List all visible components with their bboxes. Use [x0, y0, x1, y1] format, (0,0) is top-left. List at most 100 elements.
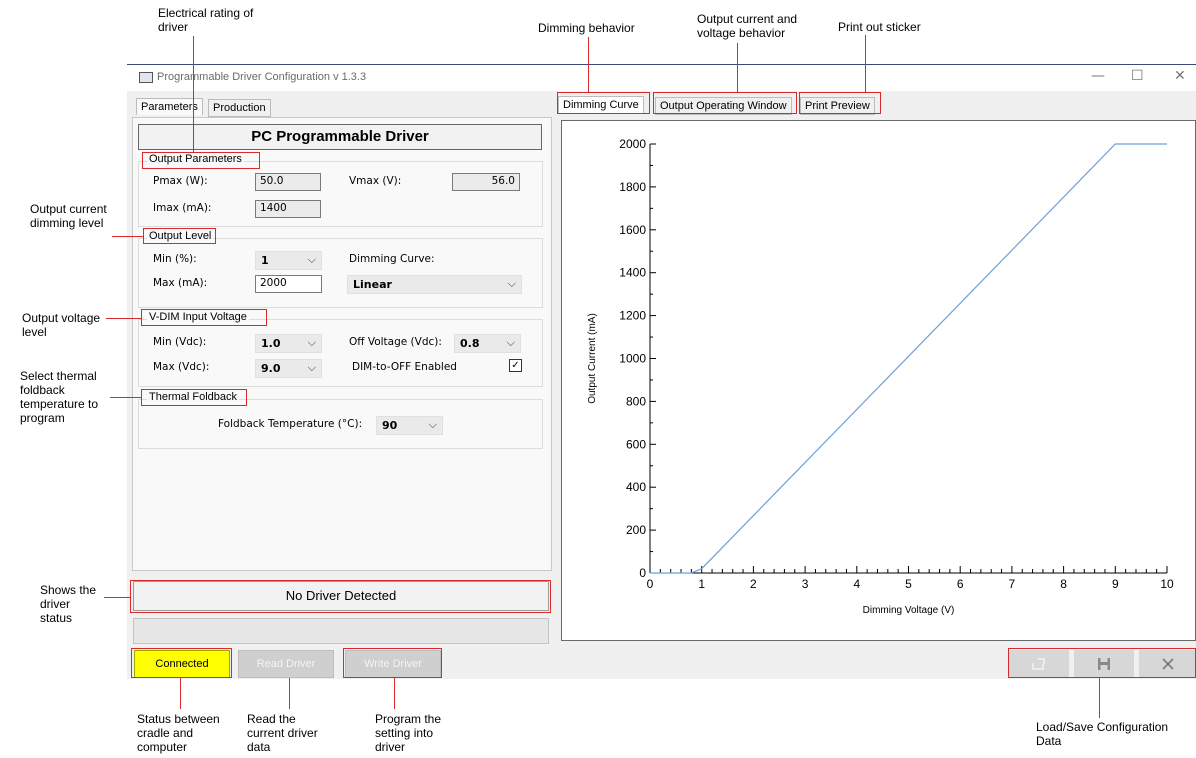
chevron-down-icon: ⌵ — [307, 336, 316, 349]
dim-to-off-checkbox[interactable]: ✓ — [509, 359, 522, 372]
x-tick-label: 10 — [1160, 577, 1174, 591]
connector-thermal — [110, 397, 141, 398]
tab-production[interactable]: Production — [208, 99, 271, 117]
vmax-field[interactable]: 56.0 — [452, 173, 520, 191]
annotation-load-save: Load/Save Configuration Data — [1036, 720, 1169, 748]
y-tick-label: 400 — [626, 480, 646, 494]
off-voltage-label: Off Voltage (Vdc): — [349, 336, 442, 348]
minimize-icon[interactable]: — — [1091, 68, 1105, 84]
y-axis-label: Output Current (mA) — [587, 313, 598, 404]
x-axis-label: Dimming Voltage (V) — [863, 605, 955, 616]
connector-vdim — [106, 318, 141, 319]
connector-print — [865, 35, 866, 92]
connector-output-window — [737, 43, 738, 92]
annotation-electrical-rating: Electrical rating of driver — [158, 6, 254, 34]
dim-to-off-label: DIM-to-OFF Enabled — [352, 361, 457, 373]
highlight-output-level — [143, 228, 216, 244]
highlight-dimming-curve-tab — [557, 92, 650, 114]
imax-field[interactable]: 1400 — [255, 200, 321, 218]
annotation-read: Read the current driver data — [247, 712, 318, 754]
x-tick-label: 4 — [853, 577, 860, 591]
connector-output-level — [112, 236, 143, 237]
vdim-max-select[interactable]: 9.0 ⌵ — [255, 359, 322, 378]
vdim-min-select[interactable]: 1.0 ⌵ — [255, 334, 322, 353]
panel-title: PC Programmable Driver — [138, 124, 542, 150]
highlight-output-parameters — [142, 152, 260, 169]
maximize-icon[interactable]: ☐ — [1131, 68, 1144, 84]
imax-label: Imax (mA): — [153, 202, 212, 214]
highlight-output-window-tab — [653, 92, 797, 114]
connector-load-save — [1099, 678, 1100, 718]
pmax-field[interactable]: 50.0 — [255, 173, 321, 191]
window-title: Programmable Driver Configuration v 1.3.… — [157, 71, 367, 83]
chart-panel: 0 200 400 600 800 1000 1200 1400 1600 1800 2000 0 1 2… — [561, 120, 1196, 641]
chevron-down-icon: ⌵ — [507, 277, 516, 290]
x-tick-label: 2 — [750, 577, 757, 591]
connector-write — [394, 678, 395, 709]
chevron-down-icon: ⌵ — [506, 336, 515, 349]
x-tick-label: 6 — [957, 577, 964, 591]
y-tick-label: 600 — [626, 437, 646, 451]
off-voltage-select[interactable]: 0.8 ⌵ — [454, 334, 521, 353]
highlight-load-save — [1008, 648, 1196, 678]
x-tick-label: 7 — [1009, 577, 1016, 591]
x-tick-label: 5 — [905, 577, 912, 591]
read-driver-button[interactable]: Read Driver — [238, 650, 334, 678]
x-tick-label: 9 — [1112, 577, 1119, 591]
annotation-driver-status: Shows the driver status — [40, 583, 97, 625]
max-ma-field[interactable]: 2000 — [255, 275, 322, 293]
pmax-label: Pmax (W): — [153, 175, 208, 187]
y-tick-label: 0 — [639, 566, 646, 580]
app-icon — [139, 72, 153, 83]
y-tick-label: 1000 — [619, 352, 646, 366]
highlight-write — [343, 648, 442, 678]
y-tick-label: 1200 — [619, 309, 646, 323]
connector-electrical — [193, 36, 194, 152]
thermal-group: Thermal Foldback Foldback Temperature (°… — [138, 391, 543, 449]
close-icon[interactable]: ✕ — [1174, 68, 1186, 84]
connector-dimming-curve — [588, 37, 589, 92]
vdim-max-label: Max (Vdc): — [153, 361, 210, 373]
y-tick-label: 1800 — [619, 180, 646, 194]
parameters-panel: PC Programmable Driver Output Parameters… — [132, 117, 552, 571]
x-tick-label: 3 — [802, 577, 809, 591]
highlight-connected — [131, 648, 232, 678]
output-parameters-group: Output Parameters Pmax (W): 50.0 Vmax (V… — [138, 153, 543, 227]
dimming-curve-label: Dimming Curve: — [349, 253, 435, 265]
highlight-vdim — [141, 309, 267, 326]
x-tick-label: 1 — [698, 577, 705, 591]
y-tick-label: 1600 — [619, 223, 646, 237]
annotation-output-level: Output current dimming level — [30, 202, 107, 230]
annotation-program: Program the setting into driver — [375, 712, 442, 754]
dimming-curve-select[interactable]: Linear ⌵ — [347, 275, 522, 294]
min-percent-select[interactable]: 1 ⌵ — [255, 251, 322, 270]
highlight-thermal — [141, 389, 247, 406]
highlight-print-tab — [799, 92, 881, 114]
vdim-min-label: Min (Vdc): — [153, 336, 207, 348]
chevron-down-icon: ⌵ — [307, 253, 316, 266]
progress-bar — [133, 618, 549, 644]
dimming-curve-chart: 0 200 400 600 800 1000 1200 1400 1600 1800 2000 0 1 2… — [587, 137, 1174, 616]
x-tick-label: 8 — [1060, 577, 1067, 591]
vmax-label: Vmax (V): — [349, 175, 402, 187]
annotation-status-connection: Status between cradle and computer — [137, 712, 220, 754]
y-tick-label: 2000 — [619, 137, 646, 151]
chevron-down-icon: ⌵ — [428, 418, 437, 431]
annotation-print: Print out sticker — [838, 20, 921, 34]
annotation-output-window: Output current and voltage behavior — [697, 12, 798, 40]
highlight-driver-status — [130, 580, 551, 613]
output-level-group: Output Level Min (%): 1 ⌵ Dimming Curve: … — [138, 230, 543, 308]
connector-driver-status — [104, 597, 130, 598]
min-percent-label: Min (%): — [153, 253, 197, 265]
connector-read — [289, 678, 290, 709]
annotation-dimming-behavior: Dimming behavior — [538, 21, 635, 35]
annotation-thermal: Select thermal foldback temperature to p… — [20, 369, 99, 425]
title-bar: Programmable Driver Configuration v 1.3.… — [127, 65, 1196, 91]
chevron-down-icon: ⌵ — [307, 361, 316, 374]
y-tick-label: 800 — [626, 394, 646, 408]
x-tick-label: 0 — [647, 577, 654, 591]
connector-connected — [180, 678, 181, 709]
foldback-temp-label: Foldback Temperature (°C): — [218, 418, 363, 430]
foldback-temp-select[interactable]: 90 ⌵ — [376, 416, 443, 435]
annotation-voltage-level: Output voltage level — [22, 311, 101, 339]
